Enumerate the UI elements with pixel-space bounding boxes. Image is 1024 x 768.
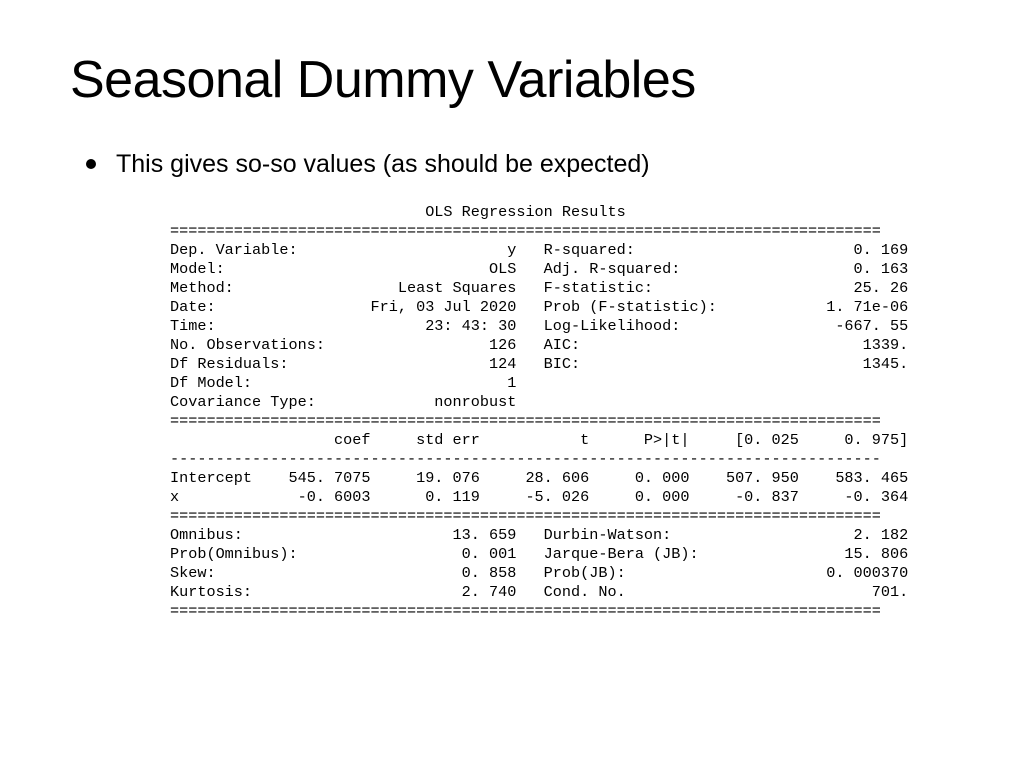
- bullet-text: This gives so-so values (as should be ex…: [116, 150, 650, 179]
- page-title: Seasonal Dummy Variables: [70, 50, 954, 110]
- bullet-icon: [86, 159, 96, 169]
- bullet-item: This gives so-so values (as should be ex…: [70, 150, 954, 179]
- ols-regression-output: OLS Regression Results =================…: [170, 203, 954, 621]
